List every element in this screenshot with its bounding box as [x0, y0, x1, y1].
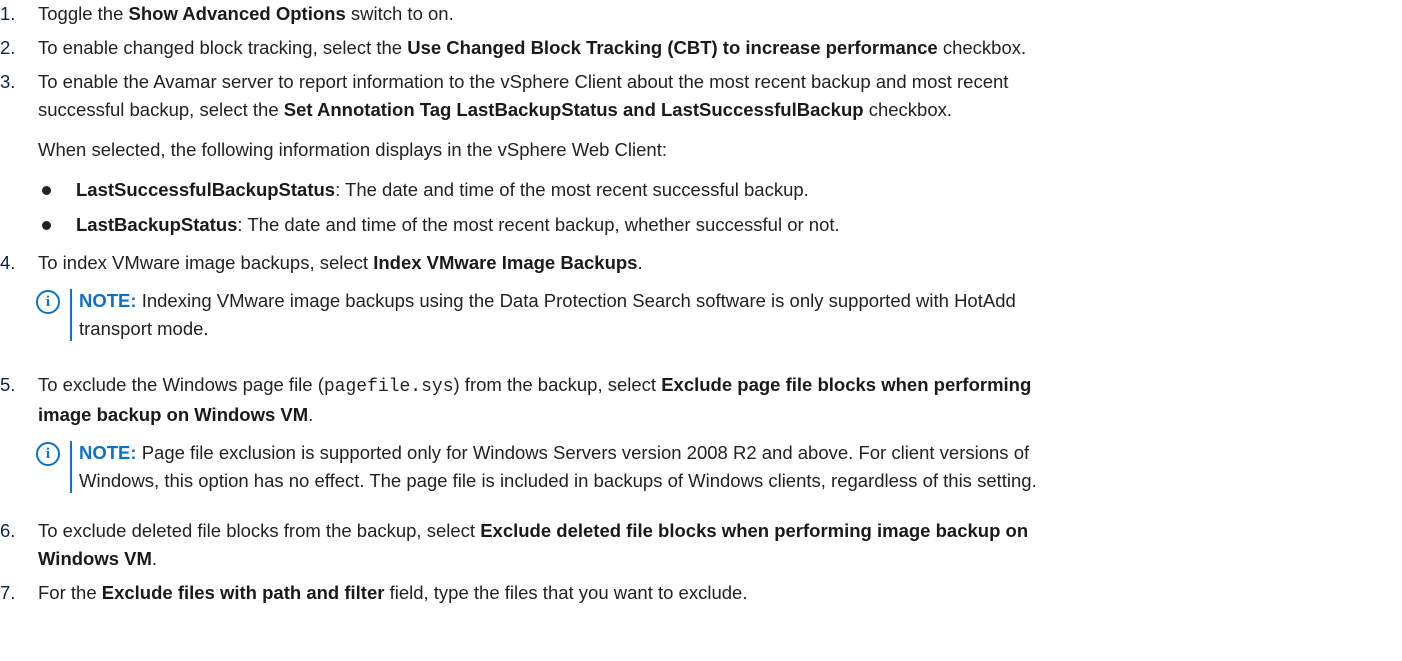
note-label: NOTE: — [79, 290, 137, 311]
step-text-line-2: image backup on Windows VM. — [38, 404, 314, 425]
ui-term: Show Advanced Options — [128, 3, 346, 24]
step-3: 3. To enable the Avamar server to report… — [0, 68, 1400, 239]
note-divider — [70, 289, 72, 341]
step-2: 2. To enable changed block tracking, sel… — [0, 34, 1400, 62]
step-number: 4. — [0, 252, 16, 273]
info-circle-icon: i — [36, 290, 60, 314]
ui-term: image backup on Windows VM — [38, 404, 309, 425]
info-circle-icon: i — [36, 442, 60, 466]
bullet-list: LastSuccessfulBackupStatus: The date and… — [38, 176, 1400, 239]
step-text: Toggle the Show Advanced Options switch … — [38, 3, 454, 24]
procedure-document: 1. Toggle the Show Advanced Options swit… — [0, 0, 1400, 607]
step-paragraph: When selected, the following information… — [38, 139, 667, 160]
bullet-icon — [42, 186, 51, 195]
step-text: To enable changed block tracking, select… — [38, 37, 1027, 58]
ui-term: Exclude files with path and filter — [101, 582, 385, 603]
ui-term: Set Annotation Tag LastBackupStatus and … — [283, 99, 864, 120]
note-divider — [70, 441, 72, 493]
ui-term: Index VMware Image Backups — [373, 252, 638, 273]
step-text-line-1: To exclude deleted file blocks from the … — [38, 520, 1029, 541]
ui-term: Use Changed Block Tracking (CBT) to incr… — [407, 37, 938, 58]
step-text-line-2: successful backup, select the Set Annota… — [38, 99, 952, 120]
ui-term: Exclude deleted file blocks when perform… — [480, 520, 1029, 541]
step-1: 1. Toggle the Show Advanced Options swit… — [0, 0, 1400, 28]
note-callout: i NOTE: Page file exclusion is supported… — [36, 439, 1400, 495]
step-number: 7. — [0, 582, 16, 603]
note-label: NOTE: — [79, 442, 137, 463]
step-text-line-1: To exclude the Windows page file (pagefi… — [38, 374, 1032, 397]
ui-term: Exclude page file blocks when performing — [661, 374, 1032, 395]
code-filename: pagefile.sys — [323, 377, 454, 397]
step-text-line-1: To enable the Avamar server to report in… — [38, 71, 1009, 92]
note-callout: i NOTE: Indexing VMware image backups us… — [36, 287, 1400, 343]
step-4: 4. To index VMware image backups, select… — [0, 249, 1400, 343]
bullet-icon — [42, 221, 51, 230]
list-item: LastSuccessfulBackupStatus: The date and… — [38, 176, 1400, 204]
list-item: LastBackupStatus: The date and time of t… — [38, 211, 1400, 239]
ui-term: Windows VM — [38, 548, 152, 569]
step-6: 6. To exclude deleted file blocks from t… — [0, 517, 1400, 573]
step-number: 6. — [0, 520, 16, 541]
step-text: For the Exclude files with path and filt… — [38, 582, 748, 603]
step-7: 7. For the Exclude files with path and f… — [0, 579, 1400, 607]
step-number: 3. — [0, 71, 16, 92]
step-5: 5. To exclude the Windows page file (pag… — [0, 371, 1400, 495]
step-text: To index VMware image backups, select In… — [38, 252, 643, 273]
step-number: 2. — [0, 37, 16, 58]
step-number: 1. — [0, 3, 16, 24]
step-number: 5. — [0, 374, 16, 395]
step-text-line-2: Windows VM. — [38, 548, 158, 569]
